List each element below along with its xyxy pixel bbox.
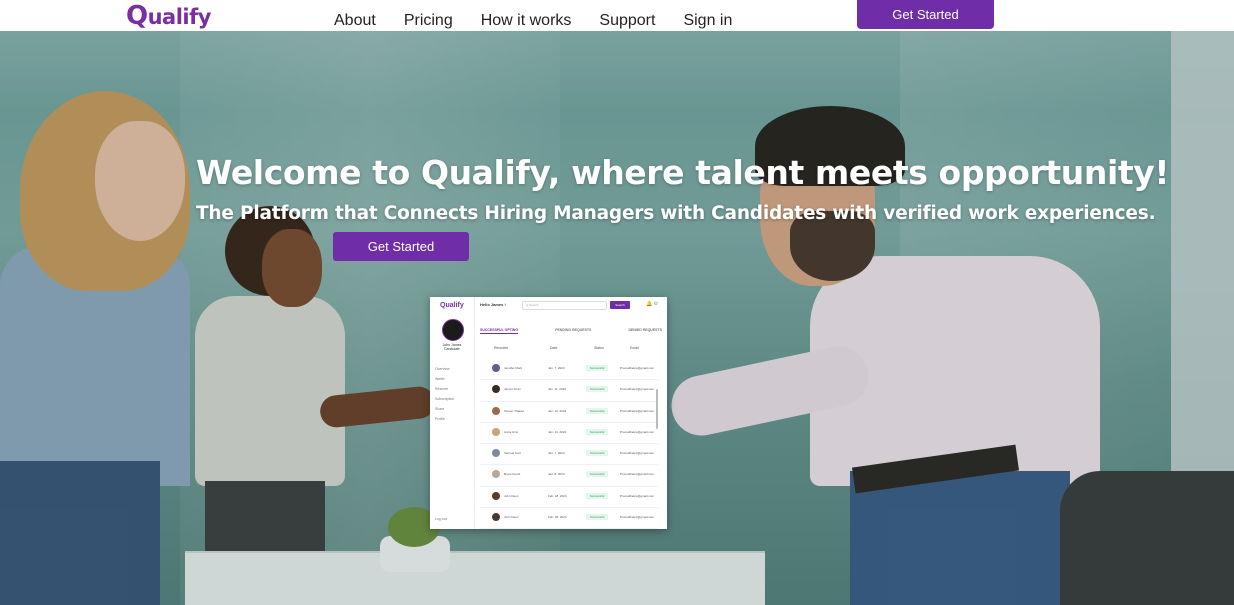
- preview-table-row: Anna Jims Jan. 14, 2024 Successful Promailh…: [480, 423, 658, 445]
- preview-row-name: Anna Jims: [504, 429, 519, 434]
- preview-menu-item: Share: [435, 407, 445, 411]
- preview-table-row: John Deen Feb. 18, 2024 Successful Promailh…: [480, 487, 658, 509]
- dashboard-preview: Qualify John James Candidate Overview Wa…: [430, 297, 667, 529]
- preview-row-name: Jennifer Mark: [504, 366, 523, 370]
- preview-row-status: Successful: [586, 492, 608, 499]
- preview-bell-icon: 🔔 ⚙: [646, 301, 659, 307]
- preview-row-status: Successful: [586, 450, 608, 457]
- nav-link-about[interactable]: About: [334, 12, 376, 30]
- preview-row-email: Promailhelps@gmail.com: [620, 451, 655, 456]
- qualify-logo[interactable]: Qualify: [126, 1, 211, 31]
- preview-user: John James Candidate: [434, 343, 470, 351]
- hero-title: Welcome to Qualify, where talent meets o…: [196, 153, 1170, 192]
- preview-row-status: Successful: [586, 365, 608, 371]
- preview-table-row: Steven Thakeri Jan. 13, 2024 Successful Pro…: [480, 402, 658, 423]
- nav-links: About Pricing How it works Support Sign …: [334, 12, 760, 30]
- preview-row-status: Successful: [586, 428, 608, 435]
- preview-menu-item: Overview: [435, 367, 450, 371]
- preview-table-body: Jennifer Mark Jan. 7, 2024 Successful Proma…: [480, 359, 658, 529]
- preview-row-date: Jan. 14, 2024: [548, 429, 567, 434]
- preview-row-date: Feb. 28, 2024: [548, 515, 567, 520]
- preview-row-date: Jan. 7, 2024: [548, 366, 565, 370]
- preview-row-status: Successful: [586, 471, 608, 478]
- preview-row-avatar: [492, 406, 500, 415]
- preview-topbar: Hello James ! Q Search Search 🔔 ⚙: [474, 297, 667, 313]
- preview-tab: PENDING REQUESTS: [555, 328, 592, 332]
- nav-link-support[interactable]: Support: [599, 12, 655, 30]
- preview-row-avatar: [492, 364, 500, 372]
- preview-row-avatar: [492, 491, 500, 500]
- nav-link-how-it-works[interactable]: How it works: [481, 12, 572, 30]
- preview-menu-item: Wallet: [435, 377, 445, 381]
- preview-scrollbar: [656, 389, 658, 429]
- preview-row-email: Promailhelps@gmail.com: [620, 387, 655, 392]
- preview-table-header: Recruiter Date Status Email: [480, 346, 660, 354]
- nav-get-started-button[interactable]: Get Started: [857, 0, 994, 29]
- preview-menu-item: Profile: [435, 417, 445, 421]
- logo-text[interactable]: Qualify: [126, 1, 211, 31]
- preview-logout: Log out: [435, 517, 447, 521]
- nav-link-pricing[interactable]: Pricing: [404, 12, 453, 30]
- preview-row-name: Samuel Koni: [504, 451, 522, 456]
- preview-table-row: John Deen Feb. 28, 2024 Successful Promailh…: [480, 508, 658, 529]
- preview-menu-item: Resume: [435, 387, 449, 391]
- preview-row-date: Jan. 8, 2024: [548, 472, 565, 477]
- preview-tabs: SUCCESSFUL OPTING PENDING REQUESTS DENIE…: [480, 328, 662, 334]
- preview-row-name: John Deen: [504, 493, 519, 498]
- preview-tab: SUCCESSFUL OPTING: [480, 328, 519, 334]
- preview-row-name: Steven Thakeri: [504, 408, 525, 413]
- preview-tab: DENIED REQUESTS: [628, 328, 662, 332]
- preview-sidebar: Qualify John James Candidate Overview Wa…: [430, 297, 475, 529]
- preview-table-row: Jennifer Mark Jan. 7, 2024 Successful Proma…: [480, 359, 658, 381]
- nav-link-sign-in[interactable]: Sign in: [683, 12, 732, 30]
- hero-subtitle: The Platform that Connects Hiring Manage…: [196, 203, 1156, 224]
- preview-menu: Overview Wallet Resume Subscription Shar…: [435, 367, 454, 427]
- preview-col-header: Date: [550, 346, 558, 350]
- preview-row-email: Promailhelps@gmail.com: [620, 366, 655, 370]
- preview-greeting: Hello James !: [480, 302, 506, 307]
- preview-search-button: Search: [610, 301, 630, 309]
- preview-row-avatar: [492, 470, 500, 479]
- preview-table-row: Bryce Kunst Jan. 8, 2024 Successful Promail…: [480, 465, 658, 487]
- preview-row-email: Promailhelps@gmail.com: [620, 429, 655, 434]
- preview-search: Q Search: [522, 301, 607, 310]
- preview-row-date: Jan. 13, 2024: [548, 408, 567, 413]
- preview-row-name: John Deen: [504, 515, 519, 520]
- preview-col-header: Status: [594, 346, 604, 350]
- preview-row-status: Successful: [586, 514, 608, 521]
- preview-row-date: Jan. 11, 2024: [548, 387, 566, 392]
- preview-col-header: Recruiter: [494, 346, 509, 350]
- preview-table-row: Samuel Koni Jan. 7, 2024 Successful Promail…: [480, 444, 658, 466]
- preview-row-date: Feb. 18, 2024: [548, 493, 567, 498]
- top-nav: Qualify About Pricing How it works Suppo…: [0, 0, 1234, 31]
- hero-section: Welcome to Qualify, where talent meets o…: [0, 31, 1234, 605]
- preview-row-avatar: [492, 449, 500, 458]
- preview-user-role: Candidate: [444, 347, 460, 351]
- preview-row-date: Jan. 7, 2024: [548, 451, 565, 456]
- preview-row-avatar: [492, 427, 500, 436]
- preview-row-status: Successful: [586, 407, 608, 414]
- preview-row-email: Promailhelps@gmail.com: [620, 472, 655, 477]
- hero-get-started-button[interactable]: Get Started: [333, 232, 469, 261]
- preview-row-email: Promailhelps@gmail.com: [620, 408, 655, 413]
- preview-row-avatar: [492, 513, 500, 522]
- preview-menu-item: Subscription: [435, 397, 455, 401]
- preview-row-email: Promailhelps@gmail.com: [620, 493, 655, 498]
- preview-row-avatar: [492, 385, 500, 394]
- preview-row-name: James Kiran: [504, 387, 521, 392]
- preview-row-name: Bryce Kunst: [504, 472, 521, 477]
- preview-row-status: Successful: [586, 386, 608, 393]
- preview-col-header: Email: [630, 346, 639, 350]
- preview-logo: Qualify: [440, 302, 464, 309]
- preview-row-email: Promailhelps@gmail.com: [620, 515, 655, 520]
- preview-table-row: James Kiran Jan. 11, 2024 Successful Promai…: [480, 380, 658, 402]
- preview-avatar: [442, 319, 464, 341]
